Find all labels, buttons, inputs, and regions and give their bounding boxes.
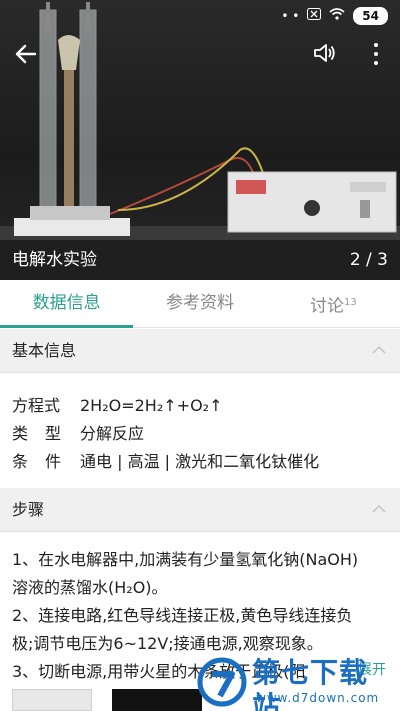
sound-button[interactable] (312, 40, 340, 68)
section-title: 步骤 (12, 500, 45, 519)
more-vertical-icon (368, 43, 384, 65)
tab-discussion[interactable]: 讨论13 (267, 280, 400, 327)
notification-dots: • • (281, 9, 300, 23)
step-line: 极;调节电压为6~12V;接通电源,观察现象。 (12, 634, 323, 653)
experiment-image[interactable]: • • 54 电解水实验 2 / 3 (0, 0, 400, 280)
wifi-icon (329, 8, 345, 24)
step-thumbnail[interactable] (112, 689, 202, 711)
battery-indicator: 54 (353, 7, 388, 25)
watermark-url: www.d7down.com (256, 691, 380, 705)
more-options-button[interactable] (368, 38, 384, 70)
image-counter: 2 / 3 (349, 250, 388, 270)
top-bar (0, 34, 400, 74)
x-box-icon (307, 8, 322, 24)
chevron-up-icon (372, 504, 386, 513)
info-value: 通电 | 高温 | 激光和二氧化钛催化 (80, 452, 320, 471)
status-bar: • • 54 (0, 0, 400, 30)
tab-references[interactable]: 参考资料 (133, 280, 266, 327)
speaker-icon (314, 44, 335, 62)
back-button[interactable] (10, 38, 42, 70)
site-watermark: 第七下载站 www.d7down.com (194, 656, 394, 711)
basic-info-body: 方程式 2H₂O=2H₂↑+O₂↑ 类型 分解反应 条件 通电 | 高温 | 激光和二… (0, 384, 400, 484)
chevron-up-icon (372, 345, 386, 354)
info-value: 2H₂O=2H₂↑+O₂↑ (80, 396, 223, 415)
image-caption-bar: 电解水实验 2 / 3 (0, 240, 400, 280)
info-value: 分解反应 (80, 424, 145, 443)
info-key: 条件 (12, 452, 79, 471)
steps-header[interactable]: 步骤 (0, 488, 400, 532)
tab-data-info[interactable]: 数据信息 (0, 280, 134, 328)
info-key: 方程式 (12, 396, 61, 415)
step-thumbnail[interactable] (12, 689, 92, 711)
tab-bar: 数据信息 参考资料 讨论13 (0, 280, 400, 328)
experiment-title: 电解水实验 (12, 250, 97, 270)
section-title: 基本信息 (12, 341, 77, 360)
arrow-left-icon (15, 44, 37, 64)
step-line: 1、在水电解器中,加满装有少量氢氧化钠(NaOH) (12, 550, 359, 569)
discussion-count-badge: 13 (343, 297, 357, 308)
step-line: 溶液的蒸馏水(H₂O)。 (12, 578, 168, 597)
info-row-equation: 方程式 2H₂O=2H₂↑+O₂↑ (12, 394, 222, 418)
info-row-type: 类型 分解反应 (12, 422, 144, 446)
step-line: 2、连接电路,红色导线连接正极,黄色导线连接负 (12, 606, 353, 625)
watermark-logo-icon (197, 657, 247, 707)
info-key: 类型 (12, 424, 79, 443)
info-row-condition: 条件 通电 | 高温 | 激光和二氧化钛催化 (12, 450, 319, 474)
basic-info-header[interactable]: 基本信息 (0, 329, 400, 373)
